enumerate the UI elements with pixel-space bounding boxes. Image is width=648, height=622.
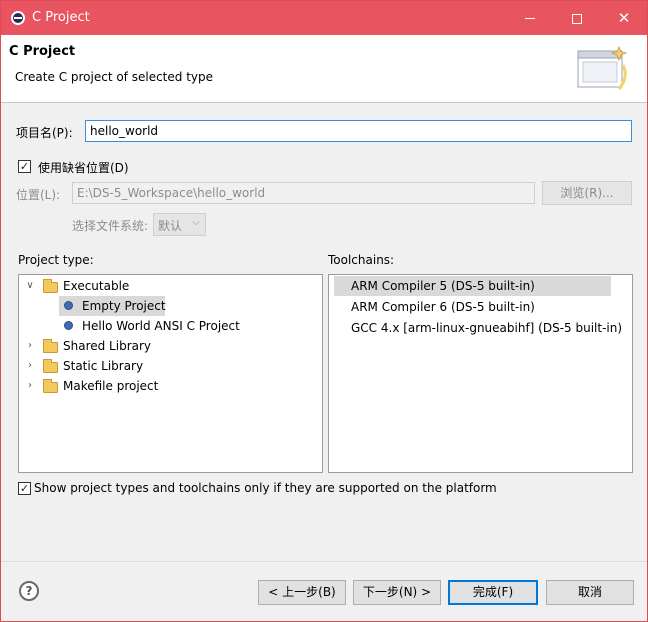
banner-title: C Project	[9, 44, 76, 59]
tree-item-label: Shared Library	[63, 339, 152, 353]
footer-divider	[1, 561, 647, 562]
filesystem-label: 选择文件系统:	[72, 219, 149, 233]
chevron-down-icon: ⌵	[192, 217, 200, 228]
toolchain-item-gcc-4x[interactable]: GCC 4.x [arm-linux-gnueabihf] (DS-5 buil…	[334, 318, 629, 338]
project-type-tree[interactable]: ∨ Executable Empty Project Hello World A…	[18, 274, 323, 473]
banner-description: Create C project of selected type	[15, 70, 213, 84]
tree-item-label: Makefile project	[63, 379, 159, 393]
tree-item-empty-project[interactable]: Empty Project	[59, 296, 166, 316]
tree-item-label: Empty Project	[82, 299, 166, 313]
cancel-button[interactable]: 取消	[546, 580, 634, 605]
filesystem-select[interactable]: 默认 ⌵	[153, 213, 206, 236]
location-input[interactable]: E:\DS-5_Workspace\hello_world	[72, 182, 535, 204]
open-folder-icon	[43, 279, 58, 293]
project-type-label: Project type:	[18, 253, 94, 267]
tree-item-shared-library[interactable]: › Shared Library	[19, 336, 322, 356]
browse-button[interactable]: 浏览(R)...	[542, 181, 632, 205]
back-button[interactable]: < 上一步(B)	[258, 580, 346, 605]
tree-item-label: Hello World ANSI C Project	[82, 319, 240, 333]
chevron-right-icon[interactable]: ›	[25, 356, 35, 376]
project-name-input[interactable]: hello_world	[85, 120, 632, 142]
toolchains-label: Toolchains:	[328, 253, 395, 267]
minimize-button[interactable]	[507, 1, 553, 35]
maximize-button[interactable]	[554, 1, 600, 35]
maximize-icon	[572, 13, 582, 24]
toolchains-list[interactable]: ARM Compiler 5 (DS-5 built-in) ARM Compi…	[328, 274, 633, 473]
show-supported-checkbox[interactable]: ✓	[18, 482, 31, 495]
use-default-location-checkbox[interactable]: ✓	[18, 160, 31, 173]
folder-icon	[43, 379, 58, 393]
tree-item-label: Executable	[63, 279, 130, 293]
window-title: C Project	[32, 10, 90, 25]
toolchain-item-arm-compiler-5[interactable]: ARM Compiler 5 (DS-5 built-in)	[334, 276, 611, 296]
close-icon: ✕	[617, 9, 631, 27]
next-button[interactable]: 下一步(N) >	[353, 580, 441, 605]
tree-item-executable[interactable]: ∨ Executable	[19, 276, 322, 296]
project-template-icon	[64, 321, 73, 330]
chevron-down-icon[interactable]: ∨	[25, 276, 35, 296]
minimize-icon	[525, 18, 535, 19]
toolchain-item-arm-compiler-6[interactable]: ARM Compiler 6 (DS-5 built-in)	[334, 297, 624, 317]
filesystem-selected-value: 默认	[158, 219, 183, 233]
project-name-label: 项目名(P):	[16, 126, 73, 140]
wizard-banner: C Project Create C project of selected t…	[1, 35, 647, 103]
close-button[interactable]: ✕	[601, 1, 647, 35]
tree-item-label: Static Library	[63, 359, 144, 373]
folder-icon	[43, 359, 58, 373]
chevron-right-icon[interactable]: ›	[25, 336, 35, 356]
new-project-wizard-icon	[577, 45, 628, 90]
finish-button[interactable]: 完成(F)	[448, 580, 538, 605]
tree-item-hello-world-ansi-c[interactable]: Hello World ANSI C Project	[59, 316, 279, 336]
use-default-location-label: 使用缺省位置(D)	[38, 161, 129, 175]
project-template-icon	[64, 301, 73, 310]
show-supported-label: Show project types and toolchains only i…	[34, 481, 497, 495]
tree-item-static-library[interactable]: › Static Library	[19, 356, 322, 376]
dialog-window: C Project ✕ C Project Create C project o…	[0, 0, 648, 622]
help-icon[interactable]: ?	[19, 581, 39, 601]
title-bar[interactable]: C Project ✕	[1, 1, 647, 35]
location-label: 位置(L):	[16, 188, 61, 202]
tree-item-makefile-project[interactable]: › Makefile project	[19, 376, 322, 396]
eclipse-icon	[11, 11, 25, 25]
folder-icon	[43, 339, 58, 353]
chevron-right-icon[interactable]: ›	[25, 376, 35, 396]
